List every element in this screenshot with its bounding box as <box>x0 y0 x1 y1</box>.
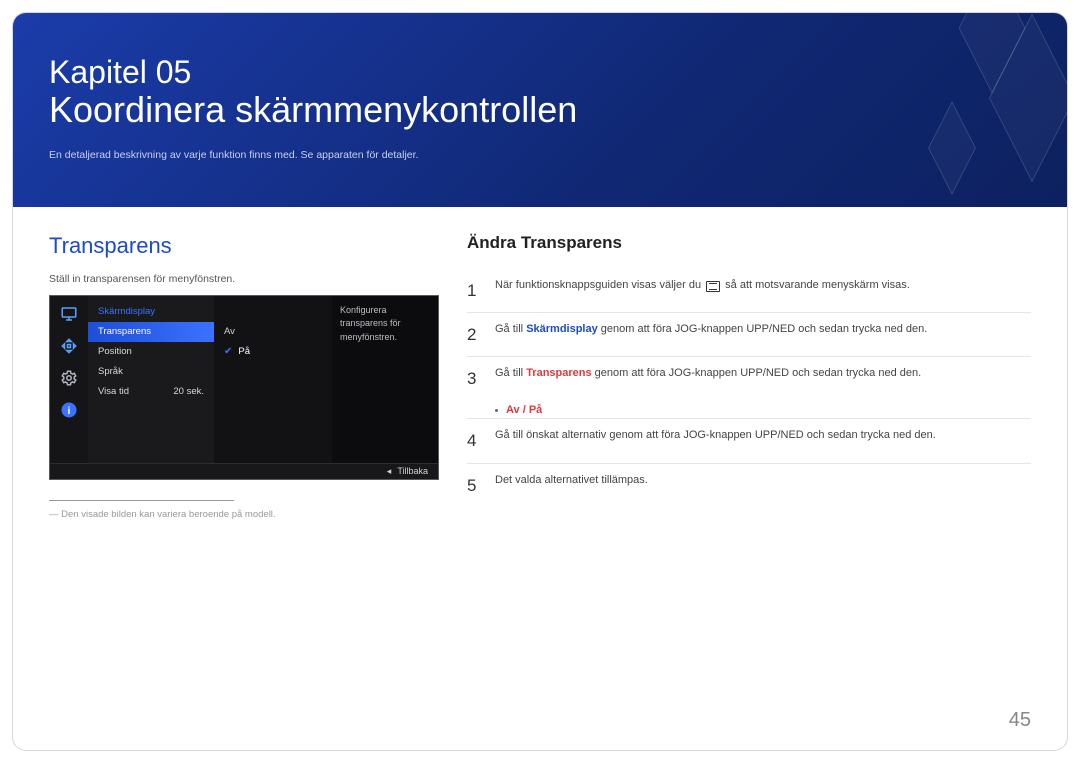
osd-option-list: Av ✔ På <box>214 296 332 463</box>
osd-option-on: ✔ På <box>214 342 332 362</box>
step-5: 5 Det valda alternativet tillämpas. <box>467 463 1031 507</box>
chapter-subtitle: En detaljerad beskrivning av varje funkt… <box>49 149 1031 161</box>
option-bullet: Av / På <box>467 400 1031 418</box>
step-4: 4 Gå till önskat alternativ genom att fö… <box>467 418 1031 462</box>
step-number: 1 <box>467 277 481 304</box>
left-column: Transparens Ställ in transparensen för m… <box>49 233 439 520</box>
osd-mockup: i Skärmdisplay Transparens Position <box>49 295 439 480</box>
divider <box>49 500 234 501</box>
page-number: 45 <box>1009 709 1031 732</box>
page-frame: Kapitel 05 Koordinera skärmmenykontrolle… <box>12 12 1068 751</box>
subheading: Ändra Transparens <box>467 233 1031 253</box>
osd-menu-title: Skärmdisplay <box>88 302 214 322</box>
osd-footer: ◂ Tillbaka <box>50 463 438 479</box>
step-number: 5 <box>467 472 481 499</box>
step-3: 3 Gå till Transparens genom att föra JOG… <box>467 356 1031 400</box>
step-text: När funktionsknappsguiden visas väljer d… <box>495 277 910 304</box>
osd-menu-list: Skärmdisplay Transparens Position Språk <box>88 296 214 463</box>
back-arrow-icon: ◂ <box>387 466 392 477</box>
step-1: 1 När funktionsknappsguiden visas väljer… <box>467 269 1031 312</box>
info-icon: i <box>59 400 79 420</box>
page-body: Transparens Ställ in transparensen för m… <box>13 207 1067 520</box>
steps-list: 1 När funktionsknappsguiden visas väljer… <box>467 269 1031 507</box>
step-2: 2 Gå till Skärmdisplay genom att föra JO… <box>467 312 1031 356</box>
chapter-number: Kapitel 05 <box>49 53 1031 91</box>
section-title: Transparens <box>49 233 439 259</box>
section-desc: Ställ in transparensen för menyfönstren. <box>49 273 439 285</box>
osd-menu-item: Språk <box>88 362 214 382</box>
step-text: Gå till Skärmdisplay genom att föra JOG-… <box>495 321 927 348</box>
step-number: 3 <box>467 365 481 392</box>
osd-menu-item: Position <box>88 342 214 362</box>
footnote: ― Den visade bilden kan variera beroende… <box>49 509 439 520</box>
monitor-icon <box>59 304 79 324</box>
right-column: Ändra Transparens 1 När funktionsknappsg… <box>463 233 1031 520</box>
chapter-title: Koordinera skärmmenykontrollen <box>49 89 1031 130</box>
svg-text:i: i <box>68 405 71 417</box>
back-label: Tillbaka <box>397 466 428 476</box>
gear-icon <box>59 368 79 388</box>
step-text: Gå till Transparens genom att föra JOG-k… <box>495 365 921 392</box>
step-number: 4 <box>467 427 481 454</box>
step-text: Det valda alternativet tillämpas. <box>495 472 648 499</box>
check-icon: ✔ <box>224 346 232 357</box>
arrows-icon <box>59 336 79 356</box>
bullet-icon <box>495 409 498 412</box>
osd-menu-item: Visa tid 20 sek. <box>88 382 214 402</box>
step-number: 2 <box>467 321 481 348</box>
chapter-header: Kapitel 05 Koordinera skärmmenykontrolle… <box>13 13 1067 207</box>
osd-sidebar: i <box>50 296 88 463</box>
osd-menu-item: Transparens <box>88 322 214 342</box>
step-text: Gå till önskat alternativ genom att föra… <box>495 427 936 454</box>
menu-icon <box>706 281 720 292</box>
osd-help-text: Konfigurera transparens för menyfönstren… <box>332 296 438 463</box>
osd-option-off: Av <box>214 322 332 342</box>
